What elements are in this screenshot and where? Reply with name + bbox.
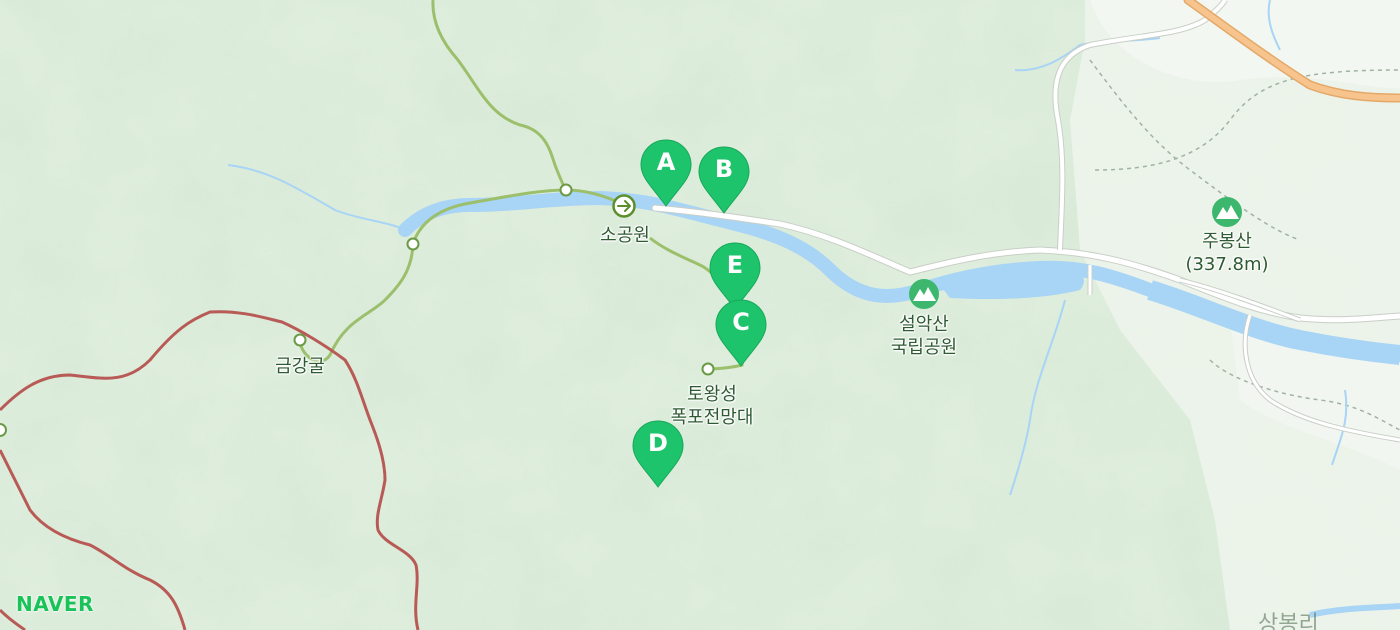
map-marker-b[interactable]: B [697, 145, 751, 215]
junction-dot-towangseong [701, 362, 715, 376]
mountain-icon [909, 279, 939, 309]
label-text: 금강굴 [275, 356, 325, 377]
label-text-line1: 설악산 [899, 314, 949, 335]
label-text-line1: 주봉산 [1202, 231, 1252, 252]
marker-letter: E [726, 251, 744, 279]
arrow-right-icon [612, 194, 636, 218]
marker-letter: C [732, 308, 750, 336]
map-base-layer [0, 0, 1400, 630]
marker-letter: A [656, 148, 676, 176]
label-text-line2: 국립공원 [890, 337, 958, 358]
place-label-sogongwon[interactable]: 소공원 [600, 224, 650, 247]
place-label-geumganggul[interactable]: 금강굴 [275, 355, 325, 378]
map-marker-c[interactable]: C [714, 298, 768, 368]
junction-dot [559, 183, 573, 197]
map-marker-d[interactable]: D [631, 419, 685, 489]
naver-logo[interactable]: NAVER [16, 592, 94, 616]
marker-letter: B [714, 155, 734, 183]
place-label-seoraksan[interactable]: 설악산 국립공원 [891, 313, 957, 359]
map-canvas[interactable]: 소공원 금강굴 토왕성 폭포전망대 설악산 국립공원 주봉산 (337.8m) … [0, 0, 1400, 630]
map-marker-a[interactable]: A [639, 138, 693, 208]
label-text-line1: 토왕성 [687, 384, 737, 405]
mountain-icon [1212, 197, 1242, 227]
junction-dot [406, 237, 420, 251]
junction-dot-edge [0, 423, 7, 437]
label-text: 소공원 [600, 225, 650, 246]
label-text-line2: (337.8m) [1185, 254, 1269, 275]
junction-dot-geumganggul [293, 333, 307, 347]
marker-letter: D [648, 429, 668, 457]
place-label-jubongsan[interactable]: 주봉산 (337.8m) [1185, 230, 1268, 276]
place-label-cutoff: 상봉리 [1258, 612, 1319, 630]
